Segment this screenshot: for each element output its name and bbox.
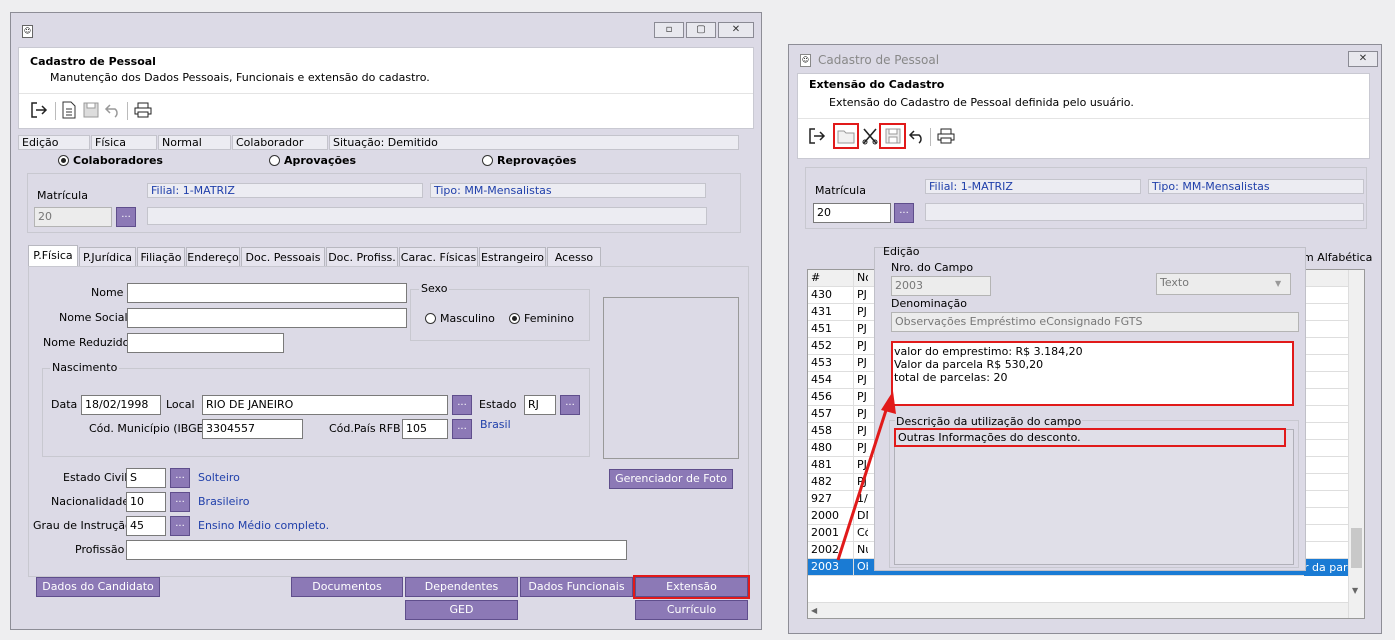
annotation-arrow <box>836 391 896 561</box>
